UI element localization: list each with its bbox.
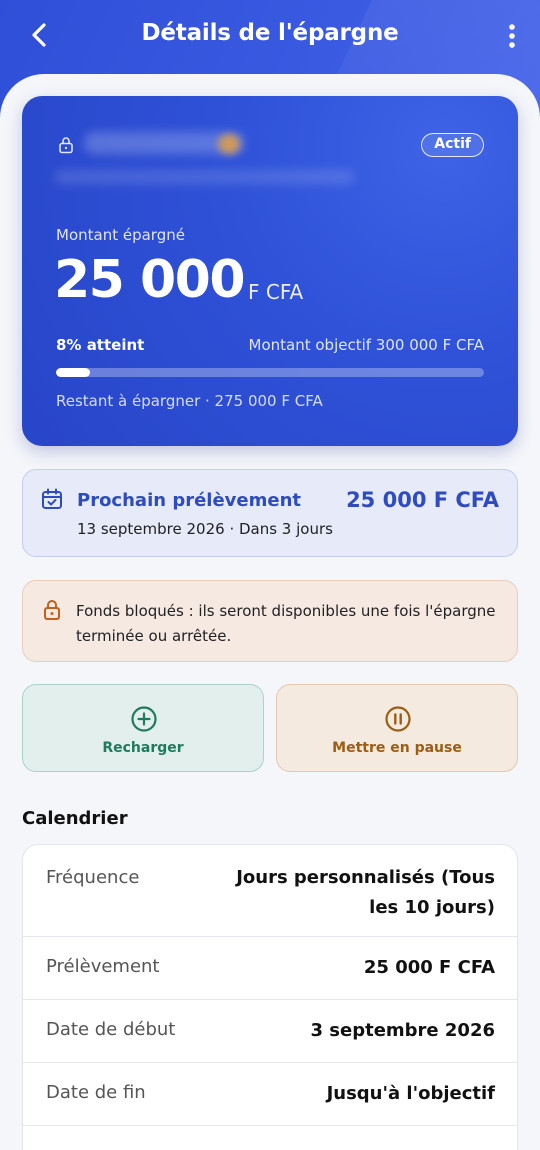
saved-amount-value: 25 000	[54, 250, 246, 310]
calendar-section-title: Calendrier	[22, 808, 128, 829]
calendar-key: Prélèvement	[46, 956, 160, 977]
savings-subtitle-blurred	[54, 170, 354, 184]
next-debit-title: Prochain prélèvement	[77, 490, 301, 511]
goal-amount-text: Montant objectif 300 000 F CFA	[248, 336, 484, 354]
pause-label: Mettre en pause	[332, 740, 462, 756]
status-badge: Actif	[421, 133, 484, 157]
progress-percent: 8% atteint	[56, 336, 145, 354]
progress-bar	[56, 368, 484, 377]
lock-icon	[44, 600, 60, 620]
plus-circle-icon	[131, 706, 157, 732]
page-title: Détails de l'épargne	[141, 20, 399, 46]
next-debit-card: Prochain prélèvement 25 000 F CFA 13 sep…	[22, 469, 518, 557]
more-options-button[interactable]	[504, 20, 520, 52]
more-vertical-icon	[509, 24, 515, 48]
next-debit-amount: 25 000 F CFA	[346, 488, 499, 512]
calendar-value: Jours personnalisés (Tous les 10 jours)	[236, 867, 495, 918]
calendar-row-frequency: Fréquence Jours personnalisés (Tous les …	[23, 845, 517, 937]
calendar-key: Date de début	[46, 1019, 176, 1040]
remaining-amount-text: Restant à épargner · 275 000 F CFA	[56, 392, 323, 410]
next-debit-date: 13 septembre 2026 · Dans 3 jours	[77, 520, 333, 538]
lock-icon	[59, 137, 73, 154]
calendar-row-debit: Prélèvement 25 000 F CFA	[23, 937, 517, 1000]
pause-circle-icon	[385, 706, 411, 732]
locked-funds-text: Fonds bloqués : ils seront disponibles u…	[76, 602, 496, 645]
calendar-row-end-date: Date de fin Jusqu'à l'objectif	[23, 1063, 517, 1126]
saved-amount-label: Montant épargné	[56, 226, 185, 244]
calendar-value: 3 septembre 2026	[310, 1020, 496, 1041]
calendar-row-start-date: Date de début 3 septembre 2026	[23, 1000, 517, 1063]
calendar-key: Date de fin	[46, 1082, 146, 1103]
savings-emoji-blurred	[218, 134, 240, 154]
saved-amount-currency: F CFA	[248, 280, 304, 304]
progress-bar-fill	[56, 368, 91, 377]
recharge-label: Recharger	[102, 740, 184, 756]
recharge-button[interactable]: Recharger	[22, 684, 264, 772]
calendar-table: Fréquence Jours personnalisés (Tous les …	[22, 844, 518, 1150]
calendar-check-icon	[42, 488, 62, 509]
pause-button[interactable]: Mettre en pause	[276, 684, 518, 772]
locked-funds-notice: Fonds bloqués : ils seront disponibles u…	[22, 580, 518, 662]
savings-summary-card: Actif Montant épargné 25 000 F CFA 8% at…	[22, 96, 518, 446]
calendar-value: 25 000 F CFA	[363, 957, 495, 978]
calendar-value: Jusqu'à l'objectif	[326, 1083, 495, 1104]
calendar-key: Fréquence	[46, 867, 140, 888]
